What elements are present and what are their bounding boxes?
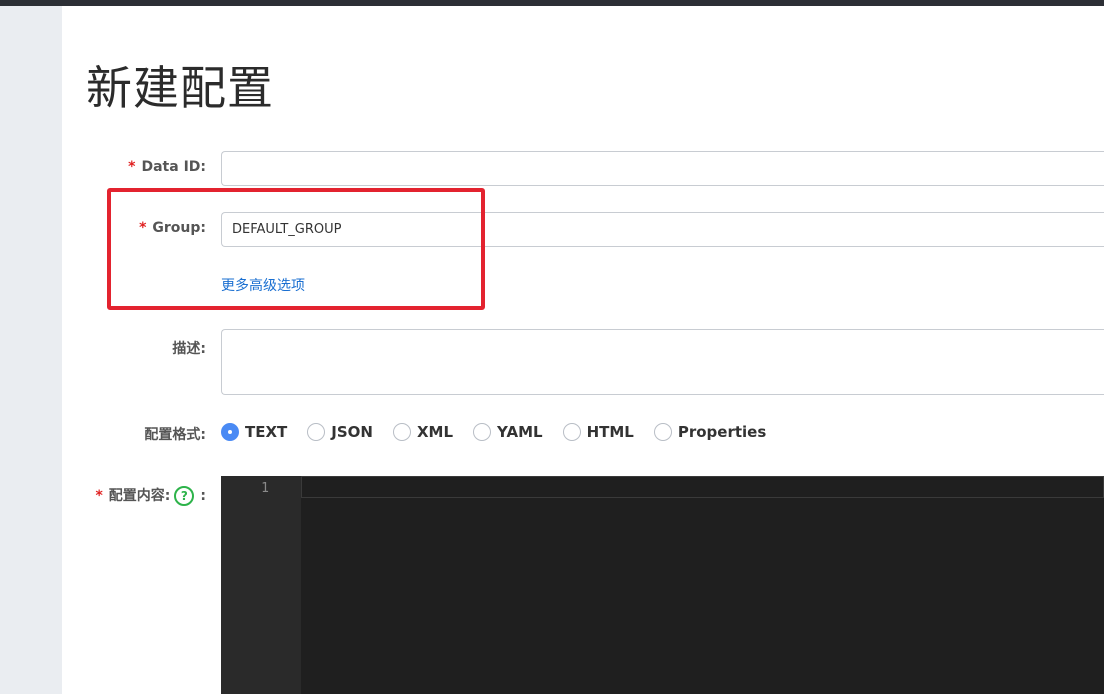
required-mark: * <box>95 488 103 504</box>
highlight-annotation-box <box>107 188 485 310</box>
content-label-suffix: : <box>200 488 206 504</box>
data-id-label-text: Data ID: <box>141 159 206 175</box>
top-bar <box>0 0 1104 6</box>
radio-unchecked-icon <box>653 423 672 441</box>
left-sidebar <box>0 6 62 694</box>
description-textarea[interactable] <box>221 329 1104 395</box>
radio-checked-icon <box>221 423 239 441</box>
page-title: 新建配置 <box>86 61 274 115</box>
data-id-input[interactable] <box>221 151 1104 186</box>
required-mark: * <box>128 159 136 175</box>
description-label: 描述: <box>172 341 206 357</box>
content-label-text: 配置内容: <box>108 488 171 504</box>
format-option-yaml[interactable]: YAML <box>473 423 543 441</box>
format-option-text[interactable]: TEXT <box>221 423 287 441</box>
radio-unchecked-icon <box>307 423 326 441</box>
format-option-properties[interactable]: Properties <box>653 423 766 441</box>
format-radio-group: TEXT JSON XML YAML HTML Properties <box>221 420 786 444</box>
format-option-html[interactable]: HTML <box>562 423 634 441</box>
editor-gutter: 1 <box>221 476 301 694</box>
help-icon[interactable]: ? <box>174 486 195 506</box>
code-editor[interactable]: 1 <box>221 476 1104 694</box>
radio-unchecked-icon <box>392 423 411 441</box>
data-id-label: * Data ID: <box>128 159 206 175</box>
content-label: * 配置内容:?: <box>95 485 206 506</box>
format-option-json[interactable]: JSON <box>307 423 373 441</box>
format-option-xml[interactable]: XML <box>392 423 453 441</box>
radio-unchecked-icon <box>562 423 581 441</box>
format-label: 配置格式: <box>144 427 206 443</box>
editor-active-line[interactable] <box>301 476 1104 498</box>
radio-unchecked-icon <box>473 423 492 441</box>
line-number: 1 <box>261 481 269 496</box>
